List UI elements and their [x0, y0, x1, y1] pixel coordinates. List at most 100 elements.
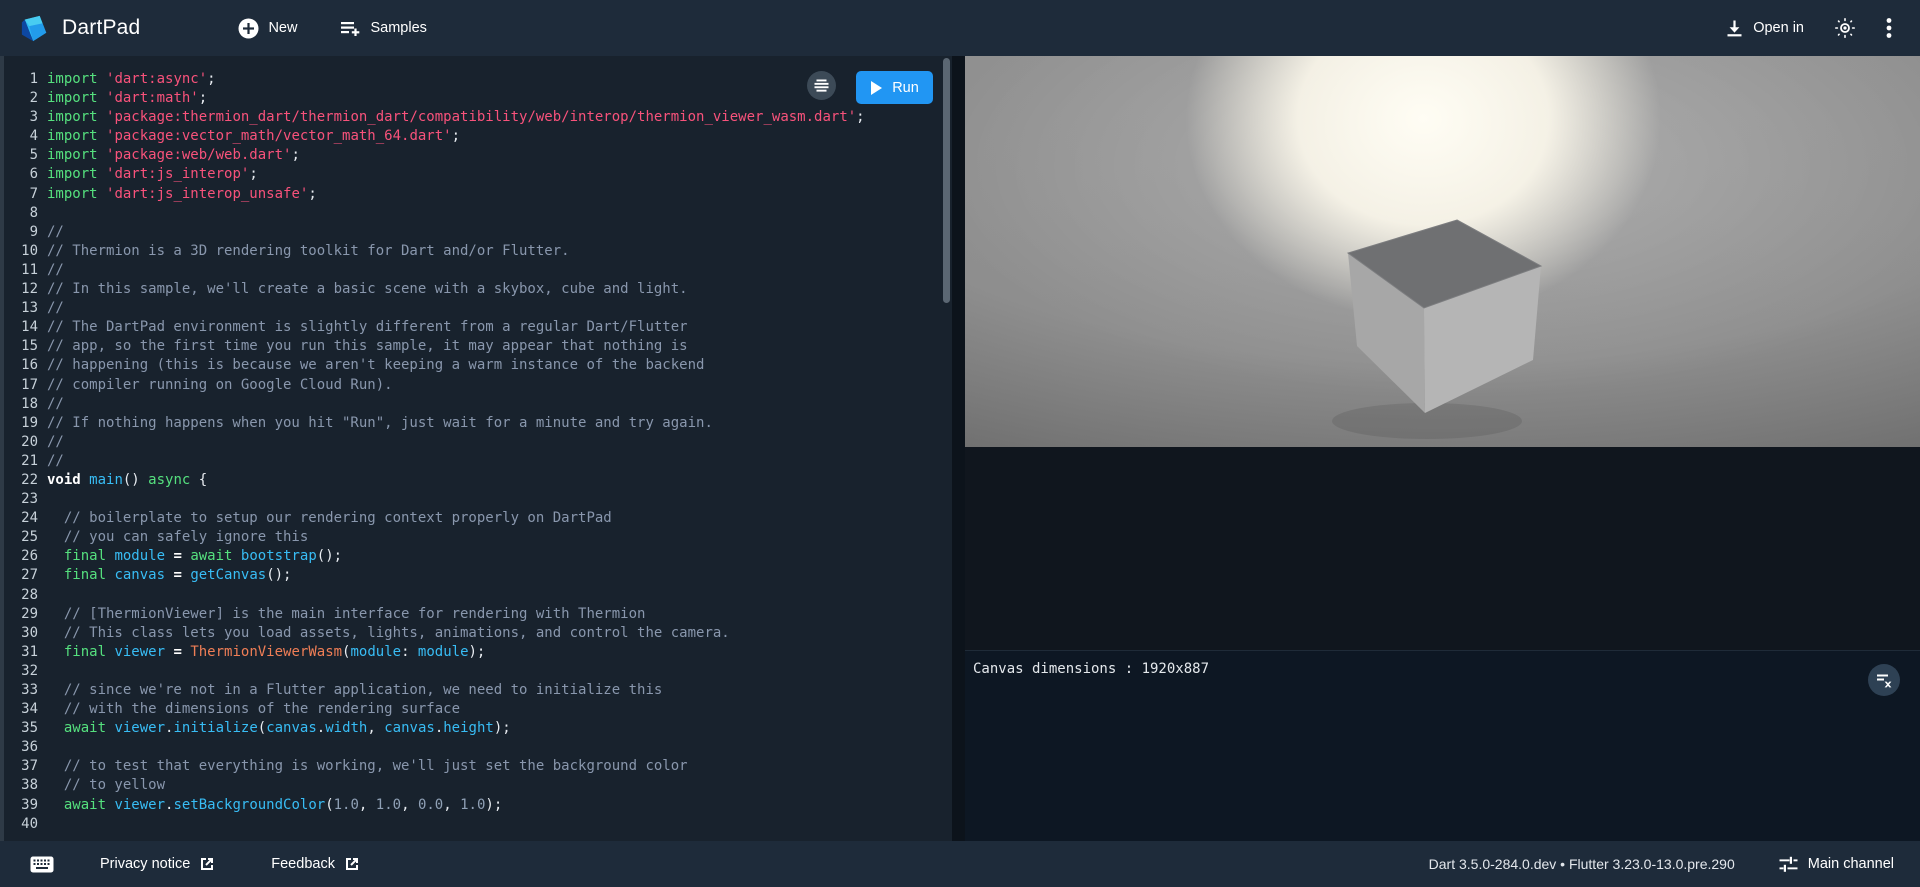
line-number: 2 — [4, 89, 38, 108]
line-number: 36 — [4, 738, 38, 757]
line-number: 15 — [4, 337, 38, 356]
line-number: 9 — [4, 223, 38, 242]
line-number: 32 — [4, 662, 38, 681]
line-number: 1 — [4, 70, 38, 89]
code-line: 22void main() async { — [4, 471, 952, 490]
code-line: 4import 'package:vector_math/vector_math… — [4, 127, 952, 146]
code-line: 16// happening (this is because we aren'… — [4, 356, 952, 375]
code-line: 20// — [4, 433, 952, 452]
code-line: 40 — [4, 815, 952, 834]
line-number: 40 — [4, 815, 38, 834]
line-number: 16 — [4, 356, 38, 375]
overflow-menu-button[interactable] — [1886, 17, 1892, 39]
line-number: 18 — [4, 395, 38, 414]
open-in-button[interactable]: Open in — [1725, 19, 1804, 38]
line-number: 37 — [4, 757, 38, 776]
code-line: 25 // you can safely ignore this — [4, 528, 952, 547]
code-line: 19// If nothing happens when you hit "Ru… — [4, 414, 952, 433]
dart-logo-icon — [20, 13, 50, 43]
line-number: 22 — [4, 471, 38, 490]
line-number: 26 — [4, 547, 38, 566]
channel-selector[interactable]: Main channel — [1779, 856, 1894, 873]
footer-bar: Privacy notice Feedback Dart 3.5.0-284.0… — [0, 841, 1920, 887]
app-title: DartPad — [62, 16, 140, 40]
footer-right: Dart 3.5.0-284.0.dev • Flutter 3.23.0-13… — [1429, 856, 1920, 873]
code-line: 14// The DartPad environment is slightly… — [4, 318, 952, 337]
preview-background — [965, 447, 1920, 650]
line-number: 29 — [4, 605, 38, 624]
code-line: 30 // This class lets you load assets, l… — [4, 624, 952, 643]
code-line: 23 — [4, 490, 952, 509]
code-line: 21// — [4, 452, 952, 471]
code-line: 32 — [4, 662, 952, 681]
external-link-icon — [199, 856, 215, 872]
console-panel: Canvas dimensions : 1920x887 — [965, 650, 1920, 841]
code-line: 35 await viewer.initialize(canvas.width,… — [4, 719, 952, 738]
header-actions: Open in — [1725, 17, 1920, 39]
line-number: 5 — [4, 146, 38, 165]
line-number: 4 — [4, 127, 38, 146]
line-number: 28 — [4, 586, 38, 605]
new-button-label: New — [268, 20, 297, 36]
line-number: 39 — [4, 796, 38, 815]
code-line: 38 // to yellow — [4, 776, 952, 795]
line-number: 20 — [4, 433, 38, 452]
line-number: 21 — [4, 452, 38, 471]
line-number: 33 — [4, 681, 38, 700]
line-number: 34 — [4, 700, 38, 719]
line-number: 30 — [4, 624, 38, 643]
code-line: 34 // with the dimensions of the renderi… — [4, 700, 952, 719]
play-icon — [870, 81, 882, 95]
code-line: 6import 'dart:js_interop'; — [4, 165, 952, 184]
code-line: 27 final canvas = getCanvas(); — [4, 566, 952, 585]
new-button[interactable]: New — [238, 18, 297, 39]
external-link-icon — [344, 856, 360, 872]
line-number: 19 — [4, 414, 38, 433]
code-line: 29 // [ThermionViewer] is the main inter… — [4, 605, 952, 624]
clear-console-button[interactable] — [1868, 664, 1900, 696]
code-line: 26 final module = await bootstrap(); — [4, 547, 952, 566]
theme-toggle-button[interactable] — [1834, 17, 1856, 39]
version-info: Dart 3.5.0-284.0.dev • Flutter 3.23.0-13… — [1429, 856, 1735, 872]
open-in-label: Open in — [1753, 20, 1804, 36]
render-canvas[interactable] — [965, 56, 1920, 447]
code-line: 28 — [4, 586, 952, 605]
code-line: 24 // boilerplate to setup our rendering… — [4, 509, 952, 528]
keyboard-shortcuts-button[interactable] — [30, 856, 54, 873]
samples-button-label: Samples — [370, 20, 426, 36]
code-line: 17// compiler running on Google Cloud Ru… — [4, 376, 952, 395]
line-number: 38 — [4, 776, 38, 795]
code-line: 10// Thermion is a 3D rendering toolkit … — [4, 242, 952, 261]
header-bar: DartPad New Samples — [0, 0, 1920, 56]
line-number: 3 — [4, 108, 38, 127]
editor-scrollbar[interactable] — [943, 58, 950, 303]
cube-3d — [965, 56, 1920, 447]
line-number: 8 — [4, 204, 38, 223]
line-number: 17 — [4, 376, 38, 395]
code-line: 37 // to test that everything is working… — [4, 757, 952, 776]
line-number: 13 — [4, 299, 38, 318]
code-line: 5import 'package:web/web.dart'; — [4, 146, 952, 165]
feedback-link[interactable]: Feedback — [271, 856, 360, 872]
brightness-icon — [1834, 17, 1856, 39]
line-number: 14 — [4, 318, 38, 337]
code-line: 7import 'dart:js_interop_unsafe'; — [4, 185, 952, 204]
code-lines: 1import 'dart:async';2import 'dart:math'… — [4, 56, 952, 841]
line-number: 25 — [4, 528, 38, 547]
code-editor[interactable]: 1import 'dart:async';2import 'dart:math'… — [4, 56, 952, 841]
workspace: 1import 'dart:async';2import 'dart:math'… — [0, 56, 1920, 841]
code-line: 31 final viewer = ThermionViewerWasm(mod… — [4, 643, 952, 662]
line-number: 6 — [4, 165, 38, 184]
console-output: Canvas dimensions : 1920x887 — [973, 661, 1209, 677]
format-button[interactable] — [807, 71, 836, 100]
line-number: 11 — [4, 261, 38, 280]
clear-console-icon — [1876, 673, 1892, 688]
pane-splitter[interactable] — [952, 56, 965, 841]
line-number: 31 — [4, 643, 38, 662]
kebab-menu-icon — [1886, 17, 1892, 39]
format-lines-icon — [814, 79, 829, 92]
run-button[interactable]: Run — [856, 71, 933, 104]
samples-button[interactable]: Samples — [339, 18, 426, 38]
code-line: 12// In this sample, we'll create a basi… — [4, 280, 952, 299]
privacy-notice-link[interactable]: Privacy notice — [100, 856, 215, 872]
